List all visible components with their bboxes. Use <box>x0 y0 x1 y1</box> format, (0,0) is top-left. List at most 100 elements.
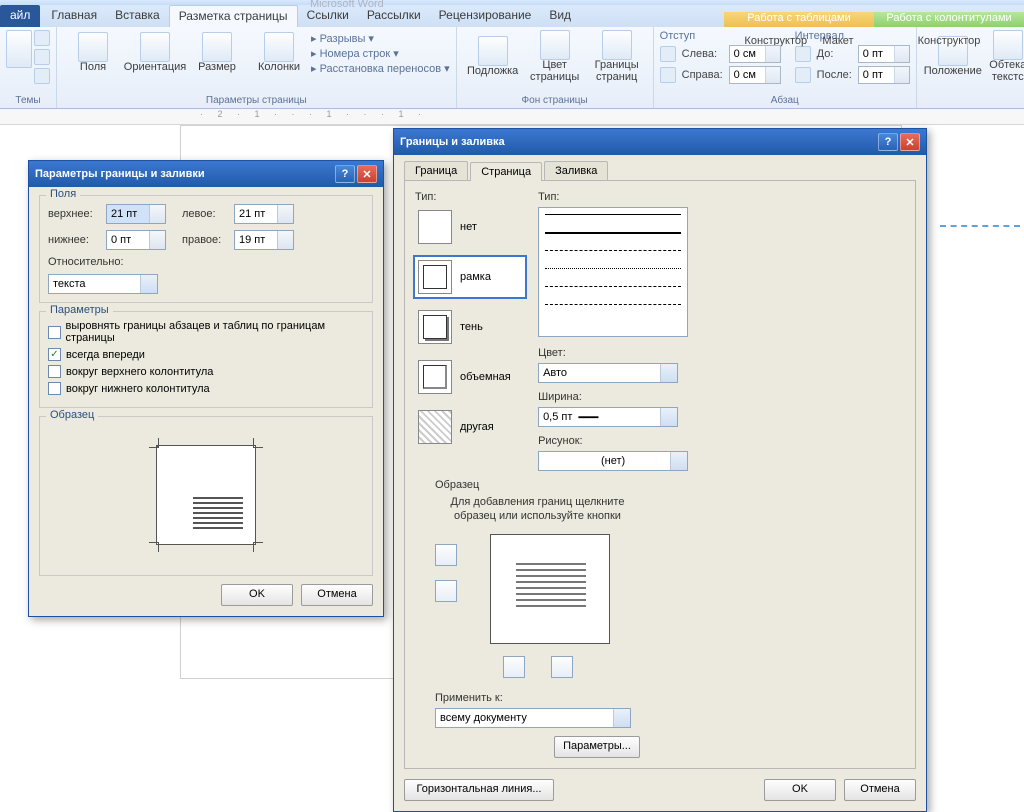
chk-surround-header[interactable]: вокруг верхнего колонтитула <box>48 365 364 378</box>
file-tab[interactable]: айл <box>0 5 40 27</box>
ok-button[interactable]: OK <box>221 584 293 606</box>
spacing-before-spinner[interactable]: 0 пт <box>858 45 910 63</box>
size-icon <box>202 32 232 62</box>
theme-effects-icon[interactable] <box>34 68 50 84</box>
tab-view[interactable]: Вид <box>540 5 580 27</box>
watermark-icon <box>478 36 508 66</box>
setting-none[interactable]: нет <box>415 207 525 247</box>
preview-top-button[interactable] <box>435 544 457 566</box>
page-borders-button[interactable]: Границы страниц <box>587 30 647 83</box>
spacing-before-icon <box>795 46 811 62</box>
width-combo[interactable]: 0,5 пт ━━━ <box>538 407 678 427</box>
tab-insert[interactable]: Вставка <box>106 5 169 27</box>
setting-shadow[interactable]: тень <box>415 307 525 347</box>
style-listbox[interactable] <box>538 207 688 337</box>
apply-to-combo[interactable]: всему документу <box>435 708 631 728</box>
options-button[interactable]: Параметры... <box>554 736 640 758</box>
dialog-title: Параметры границы и заливки <box>35 168 205 180</box>
chk-surround-footer[interactable]: вокруг нижнего колонтитула <box>48 382 364 395</box>
tab-table-layout[interactable]: Макет <box>822 35 853 47</box>
style-label: Тип: <box>538 191 713 203</box>
horizontal-ruler: · 2 · 1 · · · 1 · · · 1 · <box>0 109 1024 125</box>
top-margin-label: верхнее: <box>48 208 100 220</box>
setting-label: Тип: <box>415 191 525 203</box>
group-page-bg: Фон страницы <box>463 95 647 108</box>
help-button[interactable]: ? <box>335 165 355 183</box>
art-label: Рисунок: <box>538 435 713 447</box>
theme-colors-icon[interactable] <box>34 30 50 46</box>
border-none-icon <box>418 210 452 244</box>
margins-icon <box>78 32 108 62</box>
setting-3d[interactable]: объемная <box>415 357 525 397</box>
bottom-margin-spinner[interactable]: 0 пт <box>106 230 166 250</box>
columns-button[interactable]: Колонки <box>249 30 309 75</box>
group-page-setup: Параметры страницы <box>63 95 450 108</box>
right-margin-label: правое: <box>182 234 228 246</box>
right-margin-spinner[interactable]: 19 пт <box>234 230 294 250</box>
header-footer-guide <box>940 225 1020 227</box>
indent-left-icon <box>660 46 676 62</box>
preview-page <box>156 445 256 545</box>
help-button[interactable]: ? <box>878 133 898 151</box>
setting-box[interactable]: рамка <box>415 257 525 297</box>
tab-review[interactable]: Рецензирование <box>430 5 541 27</box>
theme-fonts-icon[interactable] <box>34 49 50 65</box>
relative-to-combo[interactable]: текста <box>48 274 158 294</box>
group-fields: Поля <box>46 188 80 200</box>
spacing-after-icon <box>795 67 811 83</box>
indent-left-spinner[interactable]: 0 см <box>729 45 781 63</box>
close-button[interactable]: ✕ <box>900 133 920 151</box>
spacing-after-spinner[interactable]: 0 пт <box>858 66 910 84</box>
relative-to-label: Относительно: <box>48 256 124 268</box>
cancel-button[interactable]: Отмена <box>301 584 373 606</box>
left-margin-spinner[interactable]: 21 пт <box>234 204 294 224</box>
left-margin-label: левое: <box>182 208 228 220</box>
preview-left-button[interactable] <box>503 656 525 678</box>
preview-bottom-button[interactable] <box>435 580 457 602</box>
border-shadow-icon <box>418 310 452 344</box>
themes-icon[interactable] <box>6 30 32 68</box>
tab-page-layout[interactable]: Разметка страницы <box>169 5 298 27</box>
tab-shading[interactable]: Заливка <box>544 161 608 180</box>
preview-label: Образец <box>435 479 640 491</box>
chk-align-borders[interactable]: выровнять границы абзацев и таблиц по гр… <box>48 320 364 344</box>
dialog-borders-and-shading: Границы и заливка ? ✕ Граница Страница З… <box>393 128 927 812</box>
page-color-button[interactable]: Цвет страницы <box>525 30 585 83</box>
setting-custom[interactable]: другая <box>415 407 525 447</box>
page-color-icon <box>540 30 570 60</box>
context-headerfooter-tools: Работа с колонтитулами Конструктор <box>874 12 1024 27</box>
group-preview: Образец <box>46 409 98 421</box>
tab-border[interactable]: Граница <box>404 161 468 180</box>
breaks-button[interactable]: ▸ Разрывы ▾ <box>311 32 450 45</box>
preview-page <box>490 534 610 644</box>
margins-button[interactable]: Поля <box>63 30 123 75</box>
indent-right-spinner[interactable]: 0 см <box>729 66 781 84</box>
ok-button[interactable]: OK <box>764 779 836 801</box>
tab-hf-design[interactable]: Конструктор <box>918 35 981 47</box>
chk-always-in-front[interactable]: ✓всегда впереди <box>48 348 364 361</box>
top-margin-spinner[interactable]: 21 пт <box>106 204 166 224</box>
horizontal-line-button[interactable]: Горизонтальная линия... <box>404 779 554 801</box>
context-table-tools: Работа с таблицами Конструктор Макет <box>724 12 874 27</box>
line-numbers-button[interactable]: ▸ Номера строк ▾ <box>311 47 450 60</box>
close-button[interactable]: ✕ <box>357 165 377 183</box>
tab-page[interactable]: Страница <box>470 162 542 181</box>
apply-to-label: Применить к: <box>435 692 640 704</box>
app-title: Microsoft Word <box>310 0 384 10</box>
color-label: Цвет: <box>538 347 713 359</box>
group-parameters: Параметры <box>46 304 113 316</box>
preview-hint: Для добавления границ щелкните образец и… <box>435 495 640 524</box>
color-combo[interactable]: Авто <box>538 363 678 383</box>
watermark-button[interactable]: Подложка <box>463 30 523 83</box>
orientation-button[interactable]: Ориентация <box>125 30 185 75</box>
tab-home[interactable]: Главная <box>42 5 106 27</box>
width-label: Ширина: <box>538 391 713 403</box>
size-button[interactable]: Размер <box>187 30 247 75</box>
hyphenation-button[interactable]: ▸ Расстановка переносов ▾ <box>311 62 450 75</box>
art-combo[interactable]: (нет) <box>538 451 688 471</box>
dialog-border-shading-options: Параметры границы и заливки ? ✕ Поля вер… <box>28 160 384 617</box>
preview-right-button[interactable] <box>551 656 573 678</box>
cancel-button[interactable]: Отмена <box>844 779 916 801</box>
ribbon-tabs: айл Главная Вставка Разметка страницы Сс… <box>0 5 1024 27</box>
indent-right-icon <box>660 67 676 83</box>
